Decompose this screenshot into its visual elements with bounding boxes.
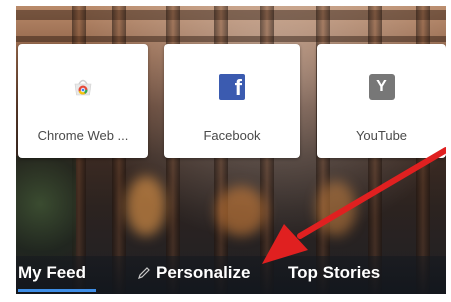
- top-site-tile-facebook[interactable]: f Facebook: [164, 44, 300, 158]
- background-light: [316, 181, 356, 236]
- image-border: [0, 0, 16, 302]
- pencil-icon[interactable]: [137, 266, 151, 280]
- image-border: [0, 294, 451, 302]
- top-site-label: Facebook: [203, 128, 261, 143]
- top-site-tile-youtube[interactable]: Y YouTube: [317, 44, 446, 158]
- browser-new-tab-page: Chrome Web ... f Facebook Y YouTube My F…: [0, 0, 451, 302]
- facebook-glyph: f: [219, 74, 245, 100]
- youtube-glyph: Y: [368, 74, 395, 100]
- personalize-button[interactable]: Personalize: [156, 263, 251, 283]
- top-site-label: Chrome Web ...: [37, 128, 129, 143]
- active-tab-indicator: [18, 289, 96, 292]
- background-light: [126, 176, 166, 236]
- tab-top-stories[interactable]: Top Stories: [288, 263, 380, 283]
- background-light: [216, 186, 266, 236]
- top-site-label: YouTube: [355, 128, 408, 143]
- tab-my-feed[interactable]: My Feed: [18, 263, 86, 283]
- facebook-icon: f: [217, 72, 247, 102]
- top-site-tile-chrome-web-store[interactable]: Chrome Web ...: [18, 44, 148, 158]
- image-border: [446, 0, 451, 302]
- youtube-icon: Y: [367, 72, 397, 102]
- image-border: [0, 0, 451, 6]
- chrome-web-store-icon: [68, 72, 98, 102]
